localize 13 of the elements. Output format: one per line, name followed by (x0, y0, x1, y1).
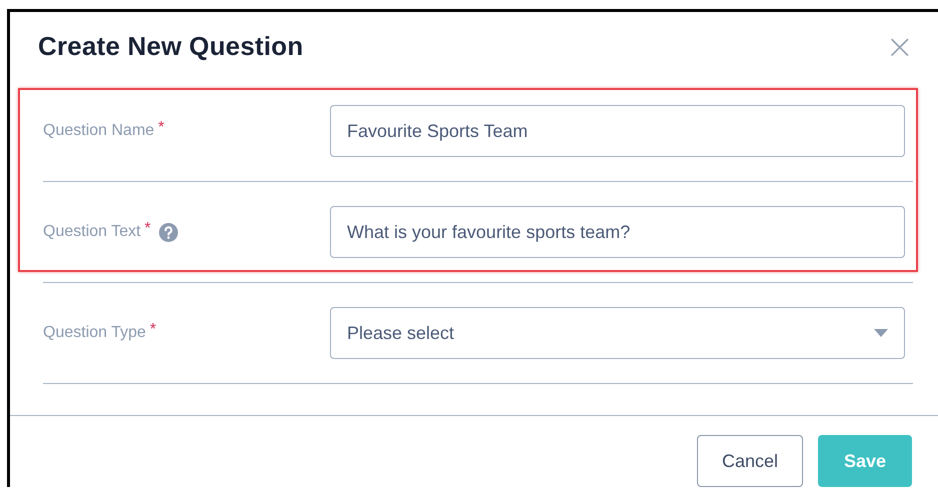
field-label: Question Type (43, 324, 146, 342)
field-label: Question Name (43, 122, 154, 140)
select-dropdown[interactable]: Please select (330, 307, 905, 359)
required-mark: * (158, 119, 164, 137)
required-mark: * (144, 220, 151, 238)
input-field[interactable]: Favourite Sports Team (330, 105, 905, 157)
required-mark: * (150, 321, 156, 339)
dialog-title: Create New Question (38, 31, 304, 62)
cancel-button[interactable]: Cancel (697, 435, 803, 487)
input-field[interactable]: What is your favourite sports team? (330, 206, 905, 258)
field-label: Question Text (43, 223, 141, 241)
caret-icon (874, 329, 888, 337)
help-icon[interactable] (158, 222, 178, 242)
